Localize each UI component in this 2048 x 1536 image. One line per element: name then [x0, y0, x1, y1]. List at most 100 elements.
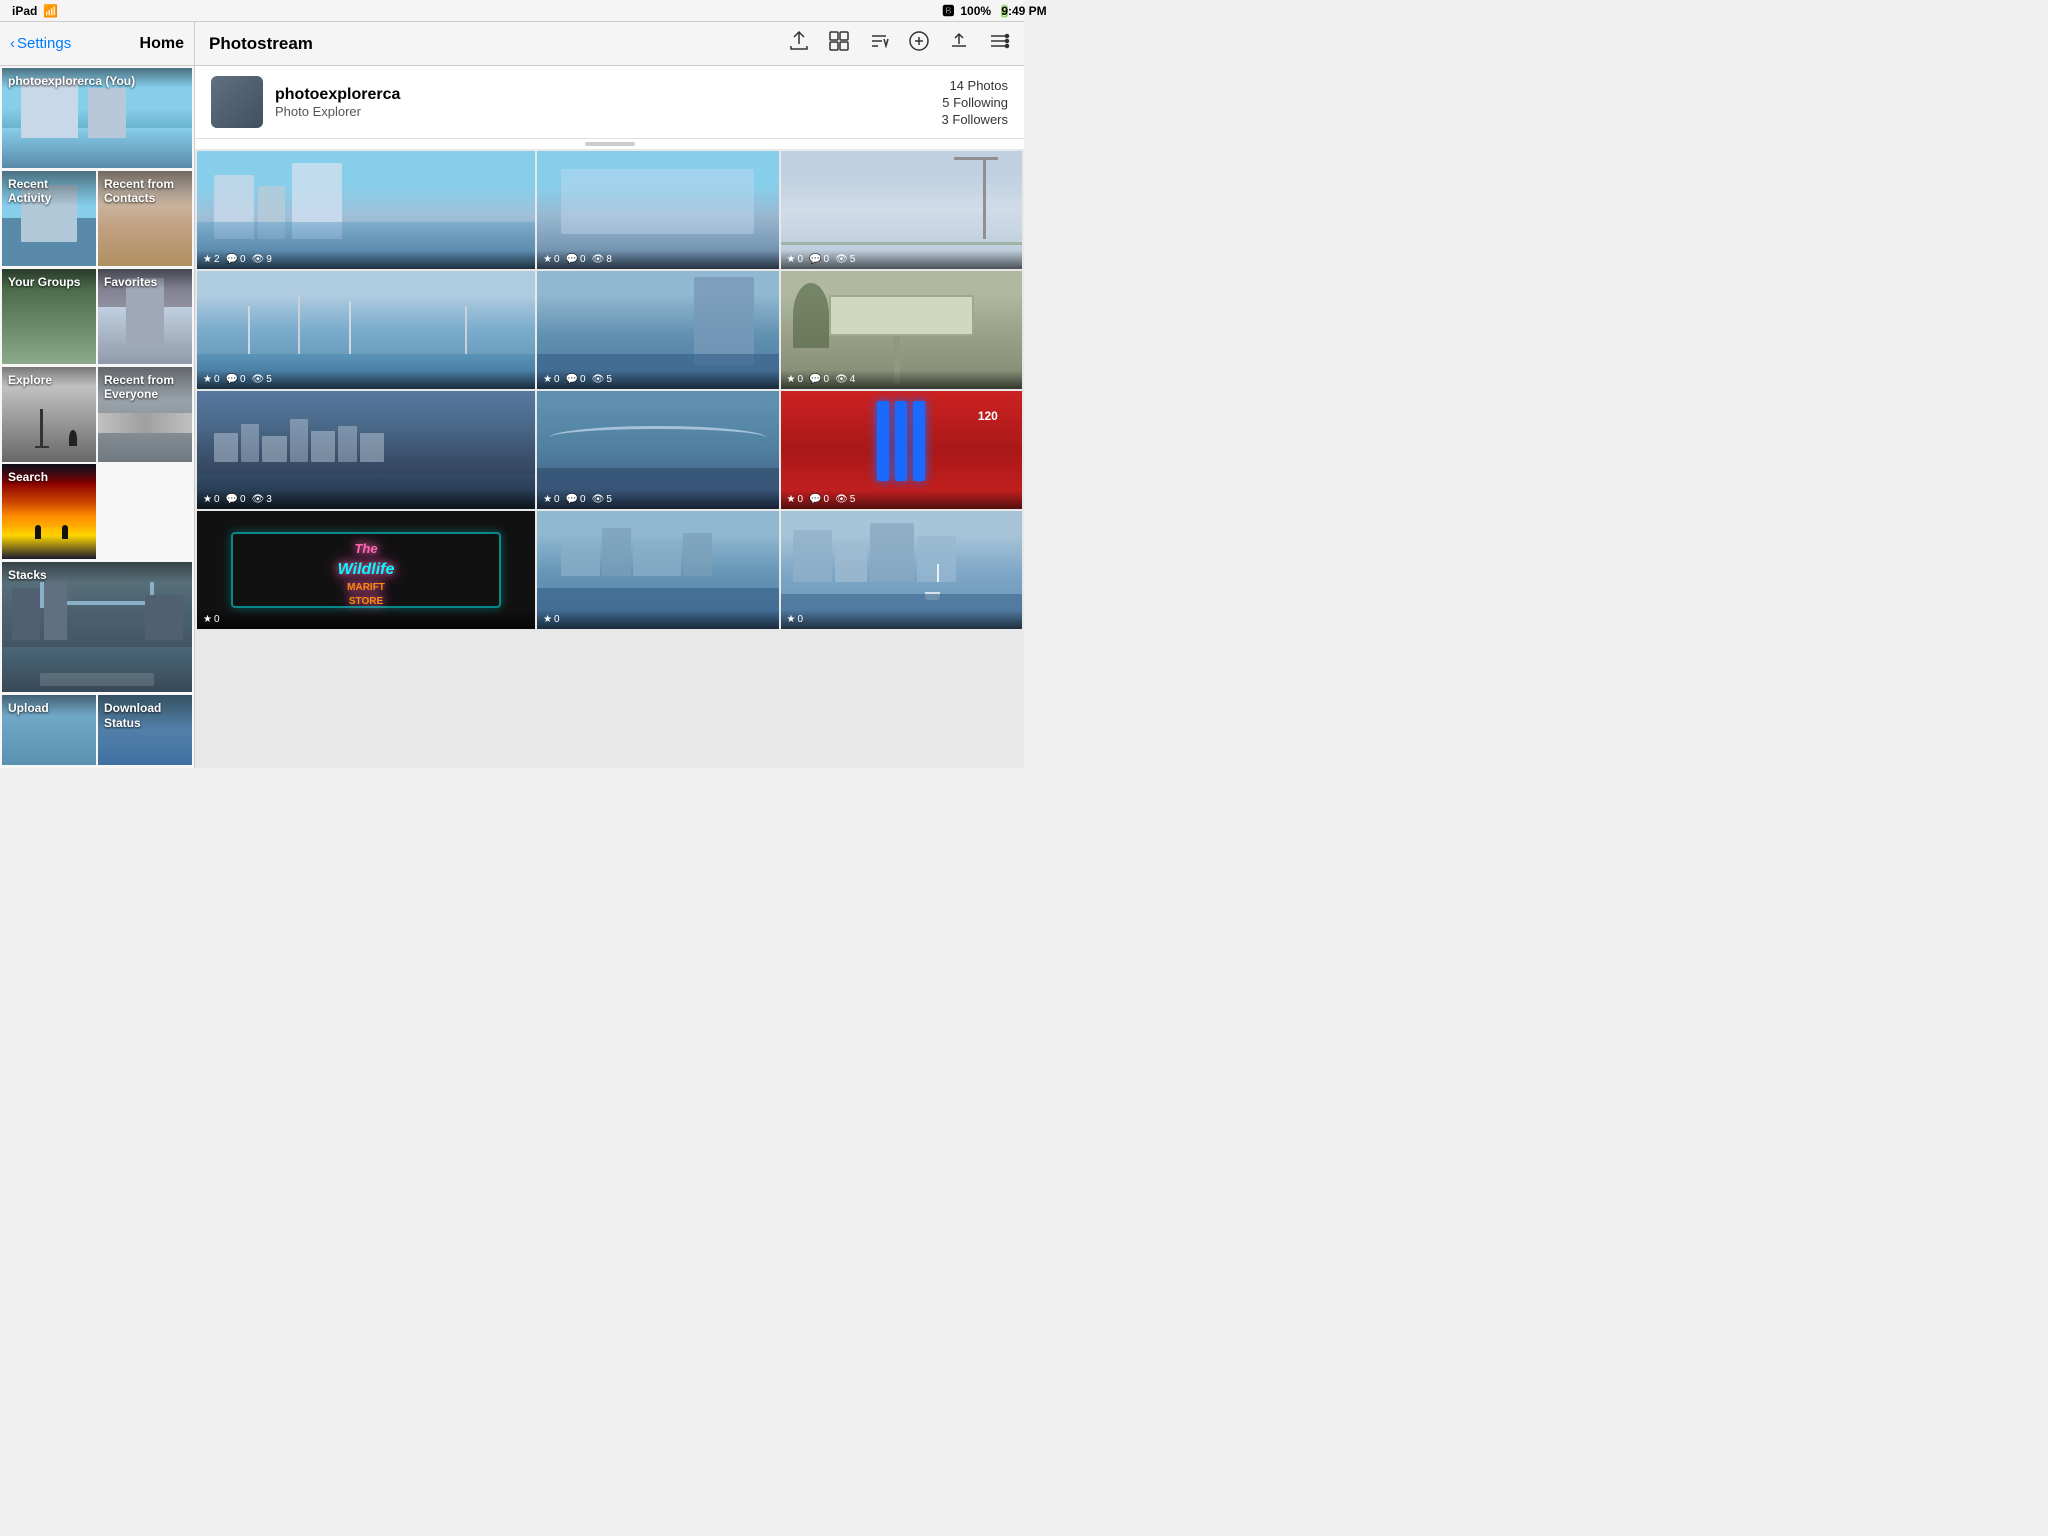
main-panel: Photostream	[195, 22, 1024, 768]
view-count-p5: 5	[606, 374, 612, 385]
photo-cell-p2[interactable]: ★ 0 💬 0 👁 8	[537, 151, 778, 269]
sidebar-item-recent-everyone[interactable]: Recent from Everyone	[98, 367, 192, 462]
app-container: ‹ Settings Home photoexplorerca (You)	[0, 22, 1024, 768]
photo-row-2: ★ 0 💬 0 👁 5	[197, 271, 1022, 389]
photo-stats-p8: ★ 0 💬 0 👁 5	[537, 490, 778, 509]
stat-stars-p9: ★ 0	[787, 494, 804, 505]
sidebar-item-download-status[interactable]: Download Status	[98, 695, 192, 765]
star-count-p10: 0	[214, 614, 220, 625]
stat-views-p8: 👁 5	[592, 494, 612, 505]
sidebar-item-explore[interactable]: Explore	[2, 367, 96, 462]
photo-cell-p7[interactable]: ★ 0 💬 0 👁 3	[197, 391, 535, 509]
stat-stars-p3: ★ 0	[787, 254, 804, 265]
stat-views-p7: 👁 3	[252, 494, 272, 505]
star-icon-p10: ★	[203, 614, 212, 625]
photo-cell-p9[interactable]: 120 ★ 0 💬 0 👁 5	[781, 391, 1022, 509]
comment-count-p3: 0	[824, 254, 830, 265]
star-icon-p6: ★	[787, 374, 796, 385]
photo-cell-p6[interactable]: ★ 0 💬 0 👁 4	[781, 271, 1022, 389]
stat-comments-p4: 💬 0	[226, 374, 246, 385]
stat-views-p9: 👁 5	[835, 494, 855, 505]
upload-icon[interactable]	[948, 30, 970, 58]
comment-count-p2: 0	[580, 254, 586, 265]
recent-contacts-label-overlay: Recent from Contacts	[98, 171, 192, 206]
sidebar-item-favorites[interactable]: Favorites	[98, 269, 192, 364]
photo-stats-p3: ★ 0 💬 0 👁 5	[781, 250, 1022, 269]
sidebar-item-search[interactable]: Search	[2, 464, 96, 559]
profile-username: photoexplorerca	[275, 86, 930, 104]
star-icon-p3: ★	[787, 254, 796, 265]
star-icon-p8: ★	[543, 494, 552, 505]
photo-cell-p10[interactable]: The Wildlife MARIFT STORE ★ 0	[197, 511, 535, 629]
sort-az-icon[interactable]	[868, 30, 890, 58]
photo-stats-p12: ★ 0	[781, 610, 1022, 629]
you-label-overlay: photoexplorerca (You)	[2, 68, 192, 88]
comment-count-p8: 0	[580, 494, 586, 505]
photo-stats-p7: ★ 0 💬 0 👁 3	[197, 490, 535, 509]
stat-comments-p2: 💬 0	[566, 254, 586, 265]
share-icon[interactable]	[788, 30, 810, 58]
star-icon-p7: ★	[203, 494, 212, 505]
battery-label: 100%	[960, 4, 991, 18]
status-bar-left: iPad 📶	[12, 4, 58, 18]
back-button[interactable]: ‹ Settings	[10, 35, 71, 52]
recent-activity-label: Recent Activity	[8, 177, 90, 206]
photo-row-1: ★ 2 💬 0 👁 9	[197, 151, 1022, 269]
stat-stars-p2: ★ 0	[543, 254, 560, 265]
star-count-p2: 0	[554, 254, 560, 265]
view-count-p1: 9	[266, 254, 272, 265]
sidebar: ‹ Settings Home photoexplorerca (You)	[0, 22, 195, 768]
sidebar-item-upload[interactable]: Upload	[2, 695, 96, 765]
stat-stars-p11: ★ 0	[543, 614, 560, 625]
sidebar-nav: ‹ Settings Home	[0, 22, 194, 66]
photo-cell-p4[interactable]: ★ 0 💬 0 👁 5	[197, 271, 535, 389]
photo-cell-p3[interactable]: ★ 0 💬 0 👁 5	[781, 151, 1022, 269]
photo-stats-p5: ★ 0 💬 0 👁 5	[537, 370, 778, 389]
sidebar-item-you[interactable]: photoexplorerca (You)	[2, 68, 192, 168]
stat-comments-p5: 💬 0	[566, 374, 586, 385]
stat-stars-p6: ★ 0	[787, 374, 804, 385]
stat-views-p6: 👁 4	[835, 374, 855, 385]
photo-cell-p5[interactable]: ★ 0 💬 0 👁 5	[537, 271, 778, 389]
sidebar-item-your-groups[interactable]: Your Groups	[2, 269, 96, 364]
profile-avatar	[211, 76, 263, 128]
comment-icon-p9: 💬	[809, 494, 821, 505]
eye-icon-p8: 👁	[592, 494, 605, 505]
stat-comments-p3: 💬 0	[809, 254, 829, 265]
add-circle-icon[interactable]	[908, 30, 930, 58]
blue-bars	[877, 401, 925, 481]
star-icon-p11: ★	[543, 614, 552, 625]
photo-cell-p12[interactable]: ★ 0	[781, 511, 1022, 629]
photo-stats-p6: ★ 0 💬 0 👁 4	[781, 370, 1022, 389]
photo-grid: ★ 2 💬 0 👁 9	[195, 149, 1024, 768]
stat-stars-p1: ★ 2	[203, 254, 220, 265]
recent-everyone-label-overlay: Recent from Everyone	[98, 367, 192, 402]
back-label: Settings	[17, 35, 71, 52]
profile-info: photoexplorerca Photo Explorer	[275, 86, 930, 119]
photo-row-3: ★ 0 💬 0 👁 3	[197, 391, 1022, 509]
comment-count-p9: 0	[824, 494, 830, 505]
download-status-label-overlay: Download Status	[98, 695, 192, 730]
comment-count-p7: 0	[240, 494, 246, 505]
comment-icon-p3: 💬	[809, 254, 821, 265]
view-count-p7: 3	[266, 494, 272, 505]
train-element	[98, 413, 192, 433]
comment-icon-p1: 💬	[226, 254, 238, 265]
sidebar-item-recent-contacts[interactable]: Recent from Contacts	[98, 171, 192, 266]
comment-icon-p4: 💬	[226, 374, 238, 385]
stacks-label-overlay: Stacks	[2, 562, 192, 582]
photo-cell-p1[interactable]: ★ 2 💬 0 👁 9	[197, 151, 535, 269]
photo-cell-p11[interactable]: ★ 0	[537, 511, 778, 629]
sidebar-item-stacks[interactable]: Stacks	[2, 562, 192, 692]
sidebar-item-recent-activity[interactable]: Recent Activity	[2, 171, 96, 266]
status-bar-time: 9:49 PM	[1001, 4, 1046, 18]
comment-count-p6: 0	[824, 374, 830, 385]
grid-icon[interactable]	[828, 30, 850, 58]
star-icon-p2: ★	[543, 254, 552, 265]
photo-row-4: The Wildlife MARIFT STORE ★ 0	[197, 511, 1022, 629]
list-icon[interactable]	[988, 30, 1010, 58]
eye-icon-p6: 👁	[835, 374, 848, 385]
stat-views-p4: 👁 5	[252, 374, 272, 385]
photo-cell-p8[interactable]: ★ 0 💬 0 👁 5	[537, 391, 778, 509]
view-count-p2: 8	[606, 254, 612, 265]
